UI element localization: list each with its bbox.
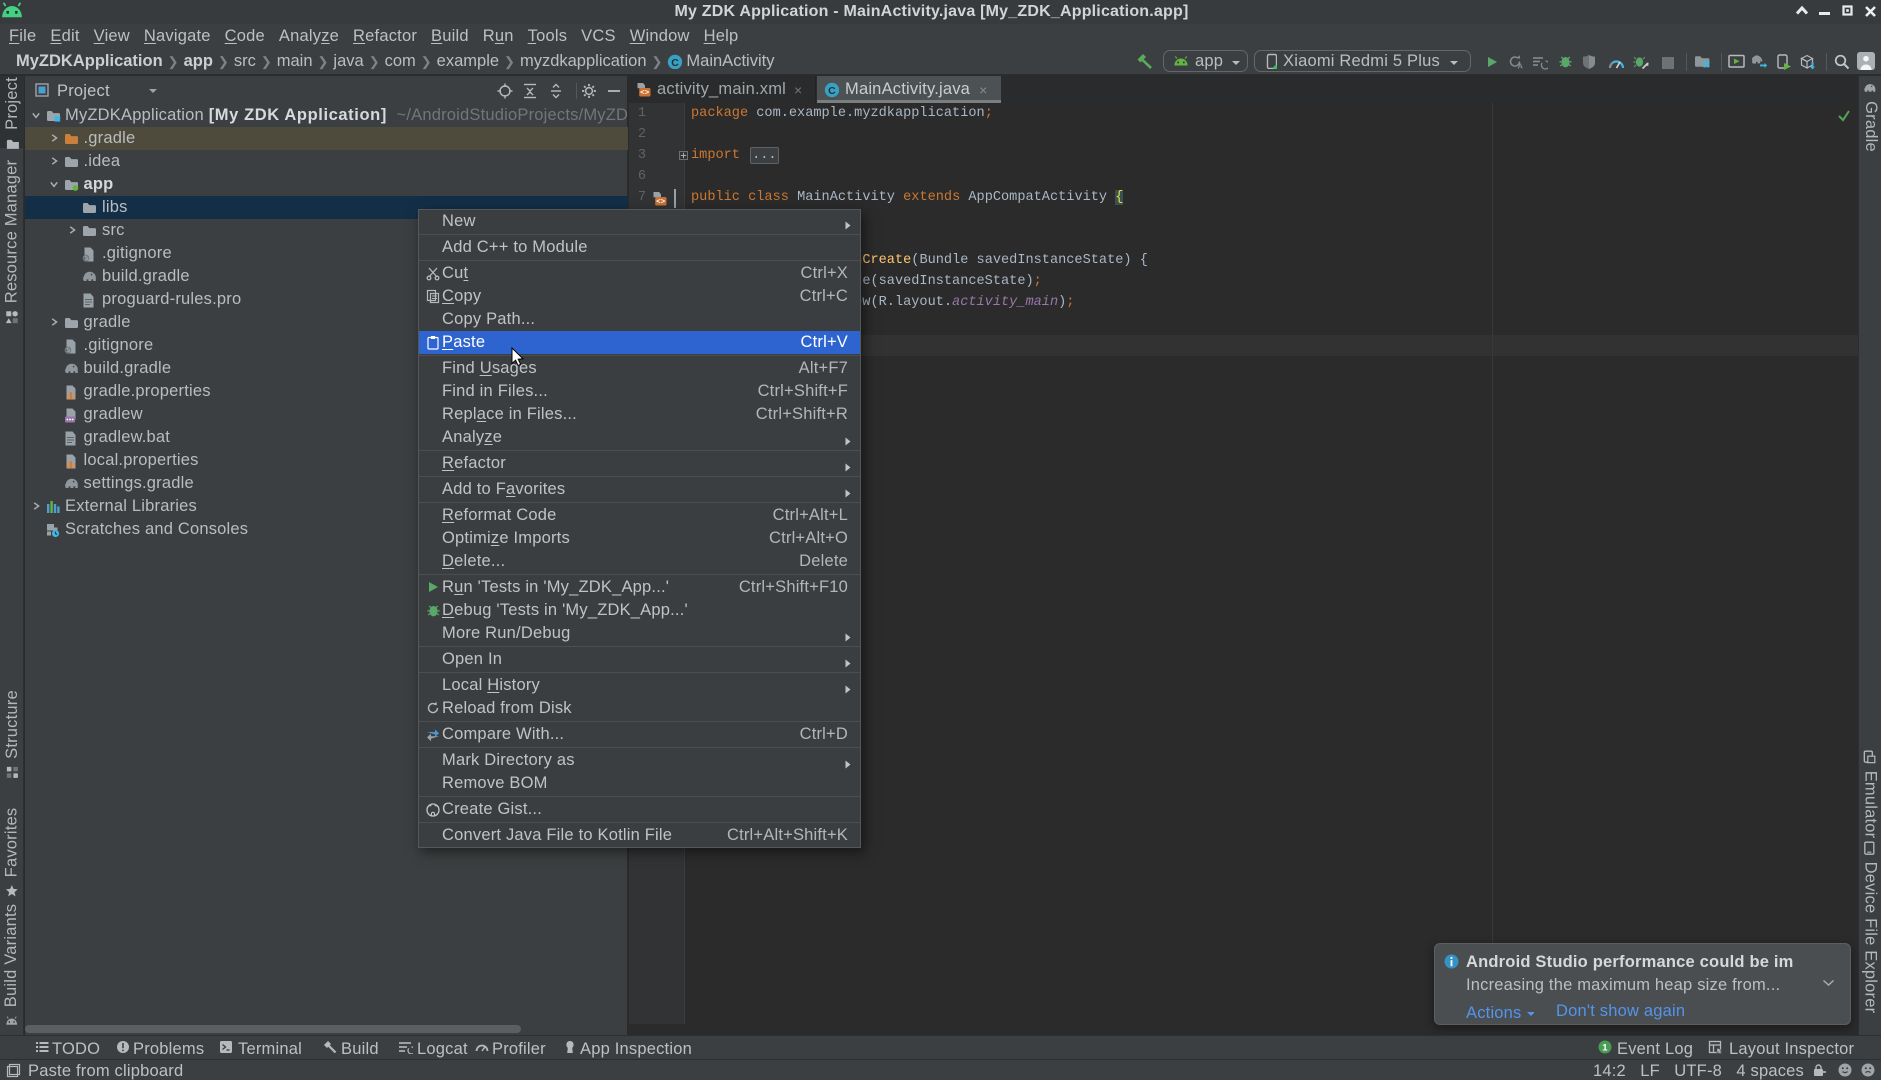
svg-text:1: 1 bbox=[1602, 1042, 1608, 1053]
svg-text:<>: <> bbox=[656, 197, 666, 206]
svg-text:C: C bbox=[672, 57, 680, 69]
svg-text:C: C bbox=[828, 85, 836, 97]
svg-text:<>: <> bbox=[640, 88, 650, 97]
svg-text:A: A bbox=[1518, 62, 1524, 71]
